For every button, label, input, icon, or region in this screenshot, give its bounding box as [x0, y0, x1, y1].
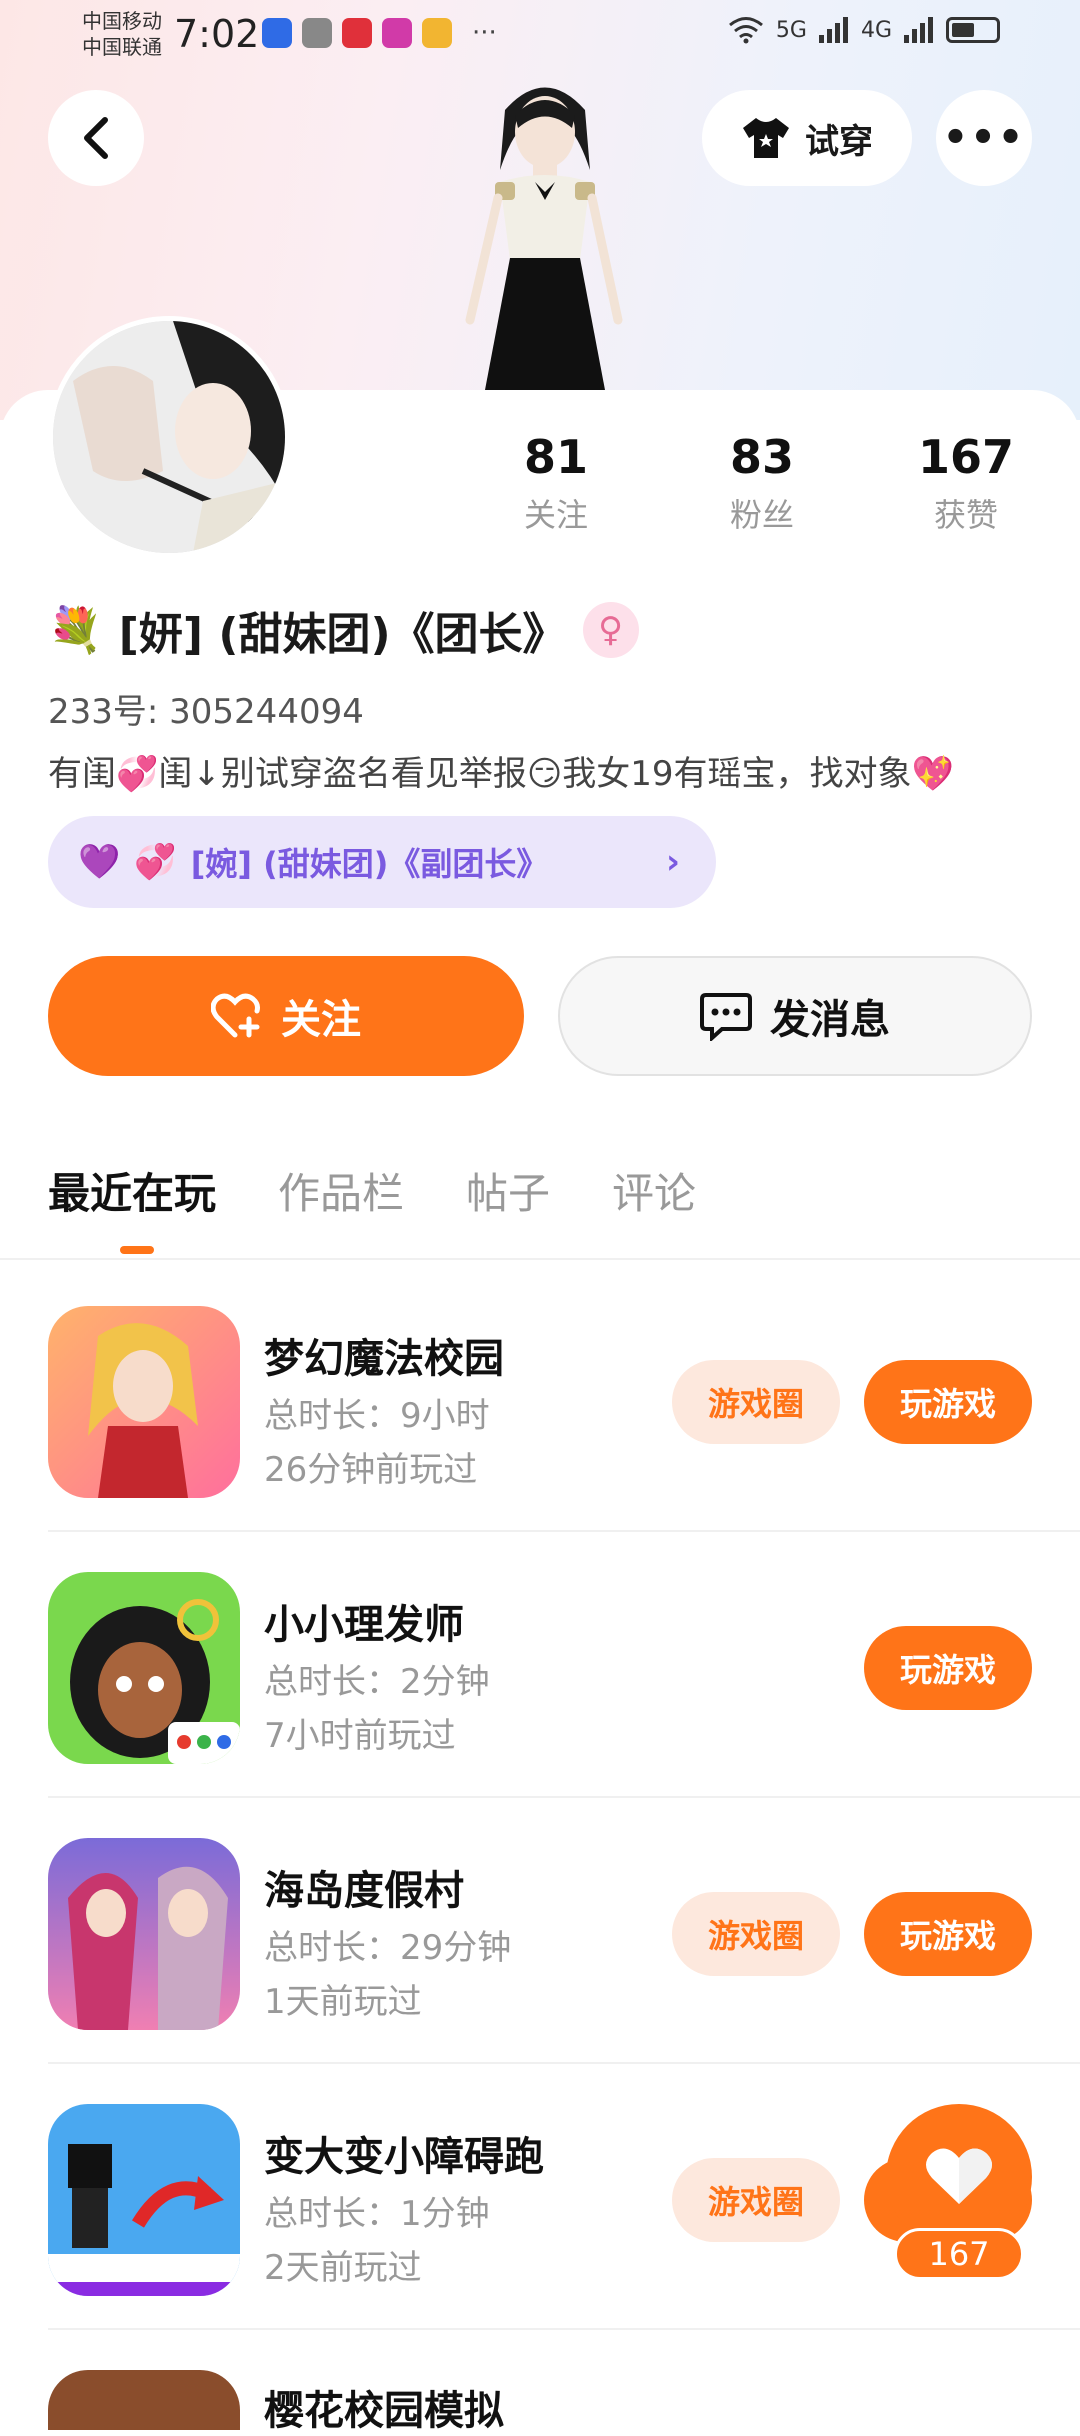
- tab-posts[interactable]: 帖子: [466, 1160, 550, 1221]
- stat-following-value: 81: [523, 430, 588, 484]
- cup-app-icon: [422, 18, 452, 48]
- network-type-2: 4G: [860, 17, 892, 43]
- status-bar: 中国移动 中国联通 7:02 ··· 5G 4G: [0, 0, 1080, 70]
- game-last-played: 7小时前玩过: [264, 1716, 456, 1756]
- game-thumbnail: [48, 2104, 240, 2296]
- game-title: 樱花校园模拟: [264, 2388, 504, 2434]
- stat-following[interactable]: 81 关注: [476, 430, 636, 536]
- tab-recently-played[interactable]: 最近在玩: [48, 1160, 216, 1254]
- system-indicators: 5G 4G: [728, 16, 1000, 44]
- send-message-label: 发消息: [770, 997, 890, 1043]
- avatar-image: [53, 321, 285, 553]
- stat-followers[interactable]: 83 粉丝: [682, 430, 842, 536]
- stat-following-label: 关注: [523, 496, 588, 534]
- try-on-button[interactable]: 试穿: [702, 90, 912, 186]
- game-duration: 总时长：1分钟: [264, 2194, 490, 2234]
- more-options-button[interactable]: •••: [936, 90, 1032, 186]
- wifi-icon: [728, 17, 763, 44]
- tshirt-icon: [743, 118, 789, 158]
- carrier-2: 中国联通: [82, 35, 162, 59]
- profile-tabs: 最近在玩 作品栏 帖子 评论: [48, 1160, 696, 1254]
- game-thumbnail: [48, 1306, 240, 1498]
- game-icon[interactable]: [48, 1838, 240, 2030]
- game-list-item[interactable]: 海岛度假村 总时长：29分钟 1天前玩过 游戏圈 玩游戏: [0, 1798, 1080, 2064]
- back-button[interactable]: [48, 90, 144, 186]
- chevron-left-icon: [84, 117, 108, 159]
- pink-hearts-icon: 💞: [134, 842, 177, 882]
- relationship-label: [婉] (甜妹团)《副团长》: [190, 845, 549, 883]
- heart-shape-icon: [926, 2148, 992, 2204]
- user-avatar[interactable]: [48, 316, 290, 558]
- follow-button[interactable]: 关注: [48, 956, 524, 1076]
- game-list-item[interactable]: 梦幻魔法校园 总时长：9小时 26分钟前玩过 游戏圈 玩游戏: [0, 1266, 1080, 1532]
- game-circle-button[interactable]: 游戏圈: [672, 1892, 840, 1976]
- tabs-divider: [0, 1258, 1080, 1260]
- game-icon[interactable]: [48, 2370, 240, 2430]
- carrier-1: 中国移动: [82, 9, 162, 33]
- stat-followers-value: 83: [729, 430, 794, 484]
- stat-likes-value: 167: [917, 430, 1015, 484]
- game-duration: 总时长：9小时: [264, 1396, 490, 1436]
- try-on-label: 试穿: [805, 121, 873, 162]
- avatar-3d-figure: [465, 87, 623, 390]
- game-circle-button[interactable]: 游戏圈: [672, 2158, 840, 2242]
- game-duration: 总时长：29分钟: [264, 1928, 512, 1968]
- heart-plus-icon: [211, 993, 260, 1038]
- game-icon[interactable]: [48, 1572, 240, 1764]
- user-id: 233号: 305244094: [48, 692, 364, 732]
- play-game-button[interactable]: 玩游戏: [864, 1892, 1032, 1976]
- carrier-info: 中国移动 中国联通: [82, 8, 162, 60]
- network-type-1: 5G: [775, 17, 807, 43]
- game-duration: 总时长：2分钟: [264, 1662, 490, 1702]
- relationship-card[interactable]: 💜 💞 [婉] (甜妹团)《副团长》 ›: [48, 816, 716, 908]
- user-bio: 有闺💞闺↓别试穿盗名看见举报😏我女19有瑶宝，找对象💖: [48, 754, 954, 794]
- more-notifications-icon: ···: [472, 18, 497, 48]
- game-circle-button[interactable]: 游戏圈: [672, 1360, 840, 1444]
- game-icon[interactable]: [48, 2104, 240, 2296]
- game-title: 梦幻魔法校园: [264, 1336, 504, 1382]
- game-thumbnail: [48, 1838, 240, 2030]
- floating-like-button[interactable]: 167: [886, 2104, 1032, 2280]
- game-title: 变大变小障碍跑: [264, 2134, 544, 2180]
- chat-bubble-icon: [700, 993, 752, 1041]
- status-time: 7:02: [174, 12, 260, 56]
- game-last-played: 1天前玩过: [264, 1982, 422, 2022]
- game-last-played: 2天前玩过: [264, 2248, 422, 2288]
- battery-icon: [946, 17, 1000, 43]
- game-icon[interactable]: [48, 1306, 240, 1498]
- tab-works[interactable]: 作品栏: [278, 1160, 404, 1221]
- purple-hearts-icon: 💜: [78, 842, 121, 882]
- stat-likes[interactable]: 167 获赞: [886, 430, 1046, 536]
- user-nickname-row: 💐 [妍] (甜妹团)《团长》 ♀: [48, 598, 639, 662]
- game-title: 海岛度假村: [264, 1868, 464, 1914]
- chevron-right-icon: ›: [665, 842, 680, 882]
- book-app-icon: [342, 18, 372, 48]
- game-list-item[interactable]: 小小理发师 总时长：2分钟 7小时前玩过 玩游戏: [0, 1532, 1080, 1798]
- user-nickname: [妍] (甜妹团)《团长》: [118, 609, 567, 660]
- more-dots-icon: •••: [942, 115, 1026, 161]
- game-last-played: 26分钟前玩过: [264, 1450, 478, 1490]
- female-gender-icon: ♀: [582, 602, 639, 658]
- play-game-button[interactable]: 玩游戏: [864, 1360, 1032, 1444]
- flower-badge-icon: 💐: [48, 605, 103, 656]
- tab-comments[interactable]: 评论: [612, 1160, 696, 1221]
- like-count: 167: [894, 2228, 1024, 2280]
- stat-followers-label: 粉丝: [729, 496, 794, 534]
- stat-likes-label: 获赞: [933, 496, 998, 534]
- send-message-button[interactable]: 发消息: [558, 956, 1032, 1076]
- signal-icon-2: [904, 17, 933, 43]
- play-game-button[interactable]: 玩游戏: [864, 1626, 1032, 1710]
- signal-icon-1: [818, 17, 848, 43]
- notification-icons: ···: [262, 18, 497, 48]
- lightbulb-app-icon: [262, 18, 292, 48]
- list-divider: [48, 2328, 1080, 2330]
- game-title: 小小理发师: [264, 1602, 464, 1648]
- follow-label: 关注: [281, 997, 361, 1043]
- game-thumbnail: [48, 1572, 240, 1764]
- wechat-icon: [302, 18, 332, 48]
- game-app-icon: [382, 18, 412, 48]
